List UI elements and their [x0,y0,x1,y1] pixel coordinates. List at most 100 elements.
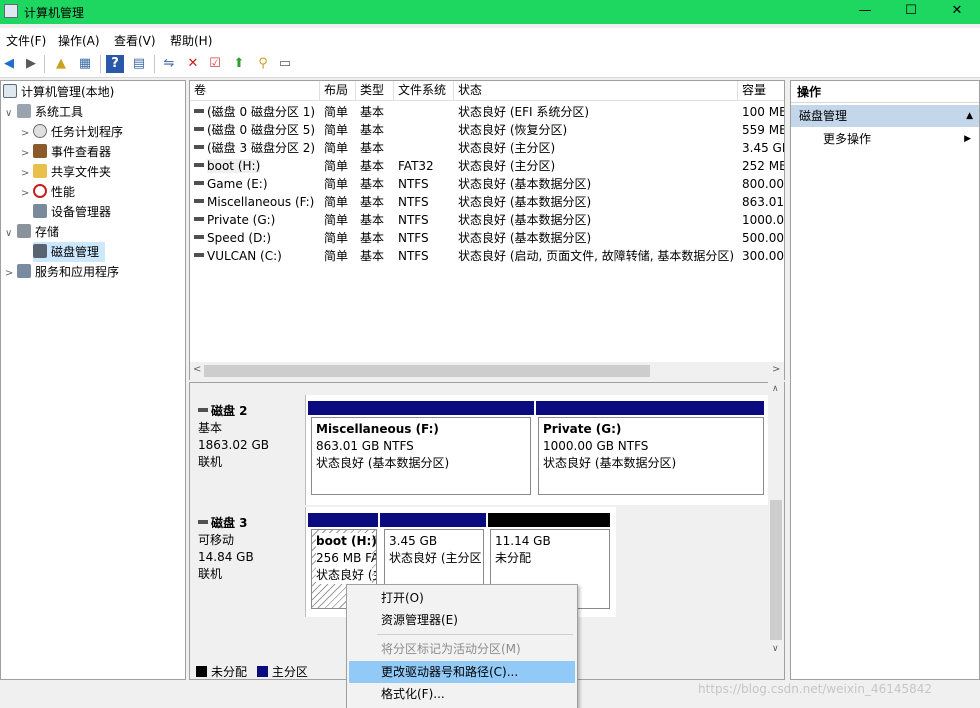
scrollbar-thumb[interactable] [770,500,782,640]
ctx-format[interactable]: 格式化(F)... [349,683,575,705]
table-row[interactable]: (磁盘 0 磁盘分区 5) 简单 基本 状态良好 (恢复分区) 559 MB [190,121,784,139]
disk-size: 1863.02 GB [198,438,269,452]
tree-item-storage[interactable]: ∨ 存储 [5,222,59,242]
tree-item-device-manager[interactable]: 设备管理器 [33,202,111,222]
scroll-right-icon[interactable]: > [772,364,780,375]
import-icon[interactable]: ⬆ [230,55,248,73]
column-header-layout[interactable]: 布局 [320,81,356,101]
table-row[interactable]: (磁盘 0 磁盘分区 1) 简单 基本 状态良好 (EFI 系统分区) 100 MB [190,103,785,121]
actions-header: 操作 [791,81,979,103]
column-header-filesystem[interactable]: 文件系统 [394,81,454,101]
chevron-right-icon[interactable]: > [21,124,33,144]
partition-size: 863.01 GB NTFS [316,439,414,453]
tree-item-performance[interactable]: > 性能 [21,182,75,202]
tree-item-label: 磁盘管理 [51,245,100,259]
close-button[interactable]: ✕ [934,0,980,24]
tree-item-disk-management[interactable]: 磁盘管理 [33,242,106,262]
scroll-down-icon[interactable]: ∨ [772,644,779,654]
volume-icon [194,181,204,185]
cell-type: 基本 [360,157,394,175]
cell-type: 基本 [360,247,394,265]
collapse-up-icon[interactable]: ▲ [966,105,973,127]
volume-icon [194,163,204,167]
ctx-explorer[interactable]: 资源管理器(E) [349,609,575,631]
chevron-down-icon[interactable]: ∨ [5,224,17,244]
partition-miscellaneous[interactable]: Miscellaneous (F:) 863.01 GB NTFS 状态良好 (… [311,417,531,495]
back-icon[interactable]: ◀ [0,55,18,73]
table-row[interactable]: Game (E:) 简单 基本 NTFS 状态良好 (基本数据分区) 800.00 [190,175,784,193]
column-header-type[interactable]: 类型 [356,81,394,101]
tree-item-event-viewer[interactable]: > 事件查看器 [21,142,111,162]
scroll-left-icon[interactable]: < [193,364,201,375]
ctx-open[interactable]: 打开(O) [349,587,575,609]
cell-status-text: 状态良好 (EFI 系统分区) [458,105,590,119]
menu-action[interactable]: 操作(A) [58,32,100,49]
disk-2-label[interactable]: 磁盘 2 基本 1863.02 GB 联机 [190,395,306,505]
scroll-up-icon[interactable]: ∧ [772,384,779,394]
cell-layout-text: 简单 [324,195,349,209]
table-row[interactable]: Speed (D:) 简单 基本 NTFS 状态良好 (基本数据分区) 500.00 [190,229,784,247]
table-row[interactable]: Private (G:) 简单 基本 NTFS 状态良好 (基本数据分区) 1000.0 [190,211,784,229]
tools-icon [17,104,31,118]
volume-list-horizontal-scrollbar[interactable]: < > [190,362,784,380]
cell-capacity-text: 100 MB [742,105,785,119]
actions-disk-management[interactable]: 磁盘管理 ▲ [791,105,979,127]
tree-root[interactable]: 计算机管理(本地) [3,82,114,102]
actions-more[interactable]: 更多操作 ▶ [791,129,979,149]
maximize-button[interactable]: ☐ [888,0,934,24]
menu-view[interactable]: 查看(V) [114,32,156,49]
disk-3-label[interactable]: 磁盘 3 可移动 14.84 GB 联机 [190,507,306,617]
properties-icon[interactable]: ▤ [130,55,148,73]
chevron-right-icon[interactable]: > [21,144,33,164]
partition-private[interactable]: Private (G:) 1000.00 GB NTFS 状态良好 (基本数据分… [538,417,764,495]
disk-state: 联机 [198,455,223,469]
chevron-down-icon[interactable]: ∨ [5,104,17,124]
tree-item-task-scheduler[interactable]: > 任务计划程序 [21,122,123,142]
connect-icon[interactable]: ⇋ [160,55,178,73]
cell-type-text: 基本 [360,141,385,155]
chevron-right-icon[interactable]: > [21,164,33,184]
delete-icon[interactable]: ✕ [184,55,202,73]
disk-map-vertical-scrollbar[interactable]: ∧ ∨ [768,382,784,658]
menu-file[interactable]: 文件(F) [6,32,46,49]
help-icon[interactable]: ? [106,55,124,73]
cell-volume-text: boot (H:) [207,159,261,173]
services-icon [17,264,31,278]
submenu-arrow-icon: ▶ [964,134,971,144]
scrollbar-thumb[interactable] [204,365,650,377]
column-header-capacity[interactable]: 容量 [738,81,784,101]
table-row[interactable]: boot (H:) 简单 基本 FAT32 状态良好 (主分区) 252 MB [190,157,784,175]
table-row[interactable]: VULCAN (C:) 简单 基本 NTFS 状态良好 (启动, 页面文件, 故障转储,… [190,247,784,265]
cell-layout: 简单 [324,193,358,211]
table-row[interactable]: (磁盘 3 磁盘分区 2) 简单基本 状态良好 (主分区) 3.45 GB [190,139,784,157]
table-row[interactable]: Miscellaneous (F:) 简单 基本 NTFS 状态良好 (基本数据分区) 8… [190,193,784,211]
chevron-right-icon[interactable]: > [21,184,33,204]
menu-help[interactable]: 帮助(H) [170,32,212,49]
cell-filesystem: FAT32 [398,157,454,175]
console-icon[interactable]: ▭ [276,55,294,73]
cell-volume-text: Speed (D:) [207,231,272,245]
cell-filesystem-text: NTFS [398,231,429,245]
search-icon[interactable]: ⚲ [254,55,272,73]
show-hide-tree-icon[interactable]: ▦ [76,55,94,73]
storage-icon [17,224,31,238]
minimize-button[interactable]: — [842,0,888,24]
tree-item-system-tools[interactable]: ∨ 系统工具 [5,102,83,122]
up-folder-icon[interactable]: ▲ [52,55,70,73]
cell-filesystem-text: NTFS [398,249,429,263]
checklist-icon[interactable]: ☑ [206,55,224,73]
chevron-right-icon[interactable]: > [5,264,17,284]
column-header-volume[interactable]: 卷 [190,81,320,101]
forward-icon[interactable]: ▶ [22,55,40,73]
cell-status: 状态良好 (主分区) [458,157,738,175]
tree-item-services[interactable]: > 服务和应用程序 [5,262,119,282]
cell-filesystem: NTFS [398,229,454,247]
column-header-status[interactable]: 状态 [454,81,738,101]
cell-volume: Game (E:) [194,175,318,193]
menu-bar: 文件(F) 操作(A) 查看(V) 帮助(H) [0,28,980,50]
tree-item-label: 设备管理器 [51,205,112,219]
ctx-change-drive-letter[interactable]: 更改驱动器号和路径(C)... [349,661,575,683]
tree-item-label: 系统工具 [35,105,84,119]
cell-type: 基本 [360,139,394,157]
tree-item-shared-folders[interactable]: > 共享文件夹 [21,162,111,182]
